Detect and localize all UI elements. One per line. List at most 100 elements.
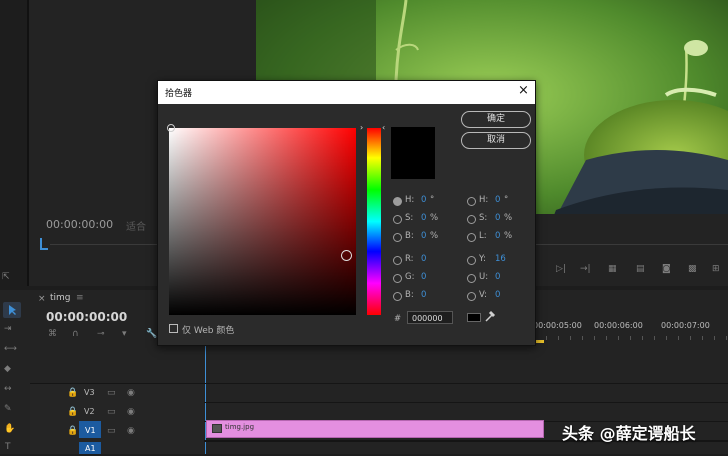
track-header-bg xyxy=(30,384,204,454)
left-radio[interactable] xyxy=(393,197,402,206)
eye-icon[interactable]: ◉ xyxy=(127,426,135,436)
source-timecode[interactable]: 00:00:00:00 xyxy=(46,218,113,231)
selection-tool-icon[interactable] xyxy=(3,302,21,318)
track-label-v2[interactable]: V2 xyxy=(84,407,95,416)
hue-arrow-left-icon[interactable]: › xyxy=(360,123,363,132)
go-to-out-icon[interactable]: →| xyxy=(580,264,591,274)
program-monitor-controls xyxy=(534,214,728,286)
web-colors-checkbox[interactable] xyxy=(169,324,178,333)
left-field-unit: % xyxy=(430,231,439,241)
timeline-menu-icon[interactable]: ≡ xyxy=(76,293,84,303)
hand-icon[interactable]: ✋ xyxy=(4,424,15,434)
new-color-swatch xyxy=(391,127,435,179)
track-label-v1[interactable]: V1 xyxy=(85,426,96,435)
timeline-tab-title[interactable]: timg xyxy=(50,293,71,303)
left-radio[interactable] xyxy=(393,256,402,265)
right-field-unit: % xyxy=(504,213,513,223)
slip-icon[interactable]: ↔ xyxy=(4,384,12,394)
panel-divider xyxy=(27,0,29,286)
hue-slider[interactable] xyxy=(367,128,381,315)
left-radio[interactable] xyxy=(393,292,402,301)
eye-icon[interactable]: ◉ xyxy=(127,388,135,398)
step-forward-icon[interactable]: ▷| xyxy=(556,264,566,274)
lock-icon[interactable]: 🔒 xyxy=(67,407,78,417)
hex-input[interactable]: 000000 xyxy=(407,311,453,324)
right-field-unit: ° xyxy=(504,195,509,205)
left-radio[interactable] xyxy=(393,233,402,242)
left-field-label: H: xyxy=(405,195,415,205)
ruler-mark: 00:00:07:00 xyxy=(661,321,710,330)
right-field-unit: % xyxy=(504,231,513,241)
right-radio[interactable] xyxy=(467,233,476,242)
right-radio[interactable] xyxy=(467,256,476,265)
camera-icon[interactable]: ◙ xyxy=(662,264,671,274)
right-radio[interactable] xyxy=(467,197,476,206)
right-field-label: Y: xyxy=(479,254,486,264)
sync-lock-icon[interactable]: ▭ xyxy=(107,407,116,417)
ripple-edit-icon[interactable]: ⟷ xyxy=(4,344,17,354)
add-marker-icon[interactable]: ▾ xyxy=(122,329,127,339)
close-icon[interactable]: × xyxy=(518,83,529,98)
color-field[interactable] xyxy=(169,128,356,315)
left-field-value[interactable]: 0 xyxy=(421,254,426,264)
left-field-value[interactable]: 0 xyxy=(421,195,426,205)
right-field-value[interactable]: 0 xyxy=(495,272,500,282)
watermark: 头条 @薛定谔船长 xyxy=(562,424,696,443)
lock-icon[interactable]: 🔒 xyxy=(67,426,78,436)
dialog-titlebar xyxy=(158,81,535,104)
left-field-label: B: xyxy=(405,231,414,241)
left-field-unit: ° xyxy=(430,195,435,205)
web-colors-label: 仅 Web 颜色 xyxy=(182,326,235,336)
timeline-timecode[interactable]: 00:00:00:00 xyxy=(46,310,127,324)
track-label-v3[interactable]: V3 xyxy=(84,388,95,397)
right-field-value[interactable]: 0 xyxy=(495,213,500,223)
timeline-close-icon[interactable]: × xyxy=(38,294,46,304)
sync-lock-icon[interactable]: ▭ xyxy=(107,426,116,436)
ruler-mark: 00:00:06:00 xyxy=(594,321,643,330)
eyedropper-icon[interactable] xyxy=(484,310,496,326)
export-icon[interactable]: ⇱ xyxy=(2,272,10,282)
lock-icon[interactable]: 🔒 xyxy=(67,388,78,398)
right-radio[interactable] xyxy=(467,215,476,224)
left-field-value[interactable]: 0 xyxy=(421,290,426,300)
nest-icon[interactable]: ⌘ xyxy=(48,329,57,339)
right-field-value[interactable]: 0 xyxy=(495,290,500,300)
fit-dropdown[interactable]: 适合 xyxy=(126,218,146,233)
right-field-value[interactable]: 0 xyxy=(495,195,500,205)
eye-icon[interactable]: ◉ xyxy=(127,407,135,417)
button-editor-icon[interactable]: ▩ xyxy=(688,264,697,274)
linked-selection-icon[interactable]: ⊸ xyxy=(97,329,105,339)
type-icon[interactable]: T xyxy=(5,442,11,452)
timeline-ruler xyxy=(534,336,728,340)
right-field-label: L: xyxy=(479,231,487,241)
track-select-icon[interactable]: ⇥ xyxy=(4,324,12,334)
left-radio[interactable] xyxy=(393,215,402,224)
settings-icon[interactable]: ⊞ xyxy=(712,264,720,274)
left-field-value[interactable]: 0 xyxy=(421,231,426,241)
hue-arrow-right-icon[interactable]: ‹ xyxy=(382,123,385,132)
program-ruler xyxy=(534,244,728,245)
left-radio[interactable] xyxy=(393,274,402,283)
lift-icon[interactable]: ▦ xyxy=(608,264,617,274)
left-field-label: G: xyxy=(405,272,415,282)
left-field-value[interactable]: 0 xyxy=(421,272,426,282)
right-field-label: S: xyxy=(479,213,488,223)
snap-icon[interactable]: ∩ xyxy=(72,329,79,339)
sync-lock-icon[interactable]: ▭ xyxy=(107,388,116,398)
razor-icon[interactable]: ◆ xyxy=(4,364,11,374)
left-field-unit: % xyxy=(430,213,439,223)
track-label-a1[interactable]: A1 xyxy=(85,444,96,453)
right-field-value[interactable]: 16 xyxy=(495,254,506,264)
playhead-marker-icon[interactable] xyxy=(40,238,48,250)
pen-icon[interactable]: ✎ xyxy=(4,404,12,414)
right-radio[interactable] xyxy=(467,274,476,283)
right-radio[interactable] xyxy=(467,292,476,301)
right-field-value[interactable]: 0 xyxy=(495,231,500,241)
ok-button[interactable]: 确定 xyxy=(461,111,531,128)
extract-icon[interactable]: ▤ xyxy=(636,264,645,274)
cancel-button[interactable]: 取消 xyxy=(461,132,531,149)
timeline-settings-icon[interactable]: 🔧 xyxy=(146,329,157,339)
color-field-cursor[interactable] xyxy=(341,250,352,261)
timeline-clip[interactable]: timg.jpg xyxy=(206,420,544,438)
left-field-value[interactable]: 0 xyxy=(421,213,426,223)
